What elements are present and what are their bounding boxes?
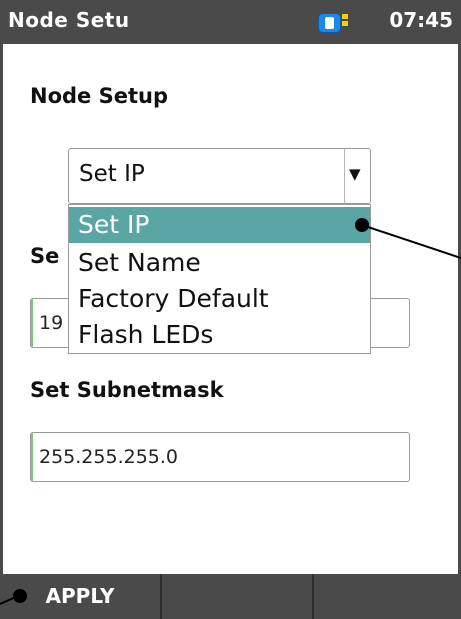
option-set-ip[interactable]: Set IP <box>69 207 370 243</box>
node-setup-dropdown-list: Set IP Set Name Factory Default Flash LE… <box>68 204 371 354</box>
select-value: Set IP <box>79 161 145 187</box>
subnet-mask-value: 255.255.255.0 <box>39 446 179 468</box>
subnet-mask-field[interactable]: 255.255.255.0 <box>30 432 410 482</box>
screen-title: Node Setu <box>8 8 130 32</box>
subnet-label: Set Subnetmask <box>30 378 224 402</box>
screen-border-left <box>0 44 3 574</box>
chevron-down-icon[interactable]: ▼ <box>349 165 361 183</box>
apply-button[interactable]: APPLY <box>0 574 162 619</box>
ip-address-value: 19 <box>39 312 64 334</box>
option-flash-leds[interactable]: Flash LEDs <box>69 317 370 353</box>
option-factory-default[interactable]: Factory Default <box>69 281 370 317</box>
battery-icon <box>318 11 348 33</box>
softkey-3[interactable] <box>314 574 461 619</box>
select-divider <box>344 149 345 203</box>
node-setup-heading: Node Setup <box>30 84 168 108</box>
callout-line-option <box>361 224 461 259</box>
option-set-name[interactable]: Set Name <box>69 245 370 281</box>
softkey-2[interactable] <box>162 574 314 619</box>
clock: 07:45 <box>389 8 453 32</box>
title-bar: Node Setu 07:45 <box>0 0 461 44</box>
set-ip-label: Se <box>30 244 60 268</box>
node-setup-select[interactable]: Set IP ▼ <box>68 148 371 204</box>
softkey-bar: APPLY <box>0 574 461 619</box>
device-screen: Node Setu 07:45 Node Setup Set IP ▼ Se 1… <box>0 0 461 619</box>
